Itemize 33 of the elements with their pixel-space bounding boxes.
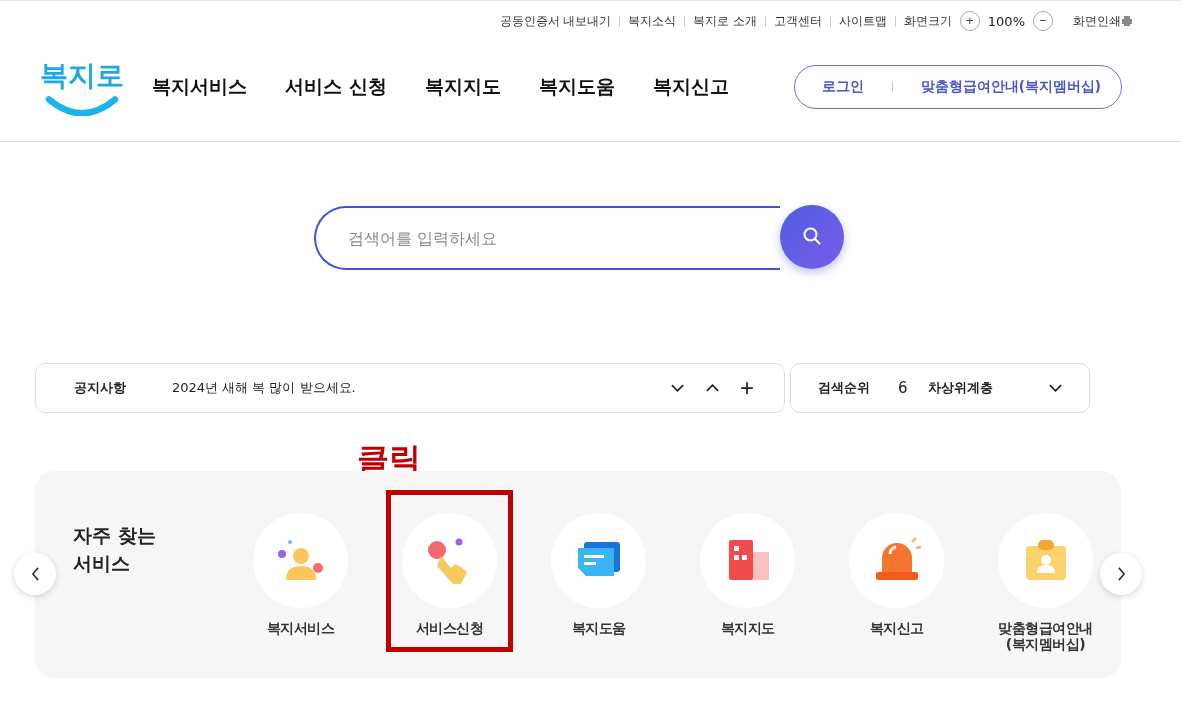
zoom-out-button[interactable]: −: [1033, 11, 1053, 31]
search-button[interactable]: [780, 205, 844, 269]
zoom-value: 100%: [987, 13, 1025, 29]
utility-link[interactable]: 복지소식: [628, 13, 677, 29]
add-button[interactable]: +: [740, 376, 754, 400]
nav-item[interactable]: 서비스 신청: [285, 74, 387, 100]
utility-link[interactable]: 복지로 소개: [693, 13, 757, 29]
chevron-up-icon[interactable]: [705, 383, 720, 393]
chevron-left-icon: [30, 567, 40, 581]
rank-term[interactable]: 차상위계층: [928, 379, 1028, 397]
chevron-down-icon[interactable]: [670, 383, 685, 393]
utility-link[interactable]: 사이트맵: [838, 13, 887, 29]
search-field[interactable]: 검색어를 입력하세요: [314, 206, 780, 270]
nav-item[interactable]: 복지신고: [652, 74, 729, 100]
nav-item[interactable]: 복지도움: [538, 74, 615, 100]
nav-item[interactable]: 복지서비스: [152, 74, 247, 100]
ranking-label: 검색순위: [818, 379, 871, 397]
notice-text[interactable]: 2024년 새해 복 많이 받으세요.: [172, 379, 650, 397]
print-link[interactable]: 화면인쇄: [1073, 13, 1121, 29]
nav-item[interactable]: 복지지도: [424, 74, 501, 100]
utility-link[interactable]: 고객센터: [773, 13, 822, 29]
zoom-in-button[interactable]: +: [959, 11, 980, 31]
chevron-down-icon[interactable]: [1048, 383, 1063, 393]
utility-link[interactable]: 화면크기: [903, 13, 952, 29]
search-icon: [802, 225, 822, 246]
membership-link[interactable]: 맞춤형급여안내(복지멤버십): [920, 78, 1101, 96]
section-title: 자주 찾는 서비스: [73, 523, 157, 576]
utility-link[interactable]: 공동인증서 내보내기: [499, 13, 612, 29]
login-link[interactable]: 로그인: [821, 78, 864, 96]
printer-icon[interactable]: [1121, 16, 1133, 26]
chevron-right-icon: [1116, 567, 1126, 581]
notice-label: 공지사항: [74, 379, 127, 397]
rank-number: 6: [898, 379, 909, 397]
